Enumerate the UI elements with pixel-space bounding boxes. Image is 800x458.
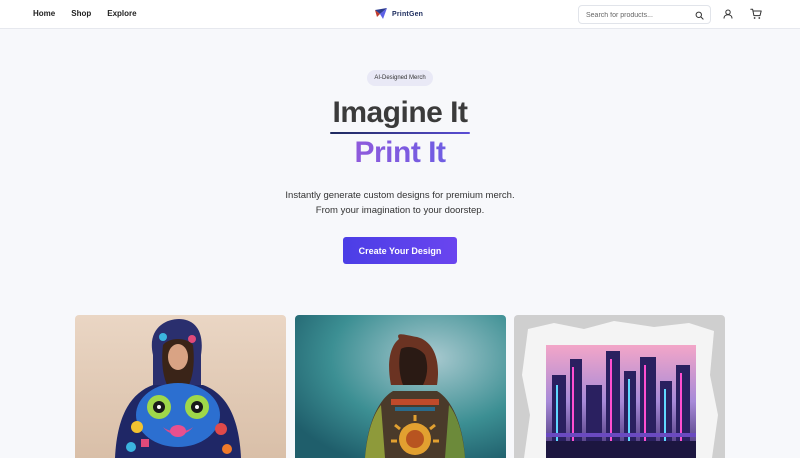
site-header: Home Shop Explore PrintGen	[0, 0, 800, 29]
brand-logo[interactable]: PrintGen	[374, 7, 423, 21]
nav-explore-link[interactable]: Explore	[107, 9, 136, 19]
user-icon[interactable]	[723, 9, 733, 19]
hero-subtext: Instantly generate custom designs for pr…	[250, 188, 550, 218]
main-nav: Home Shop Explore	[33, 9, 153, 19]
nav-home-link[interactable]: Home	[33, 9, 55, 19]
product-image-neon-city	[514, 315, 725, 458]
product-card[interactable]	[295, 315, 506, 458]
product-image-monster-hoodie	[75, 315, 286, 458]
product-card[interactable]	[514, 315, 725, 458]
nav-shop-link[interactable]: Shop	[71, 9, 91, 19]
headline-underline	[330, 132, 470, 134]
search-box	[578, 5, 711, 24]
cart-icon[interactable]	[750, 8, 762, 20]
product-image-patterned-hoodie	[295, 315, 506, 458]
hero-subtext-line2: From your imagination to your doorstep.	[315, 205, 485, 216]
create-design-button[interactable]: Create Your Design	[343, 237, 457, 264]
hero-badge: AI-Designed Merch	[367, 70, 433, 86]
search-input[interactable]	[586, 9, 691, 21]
hero-headline-line2: Print It	[300, 136, 500, 170]
hero-subtext-line1: Instantly generate custom designs for pr…	[285, 190, 515, 201]
printgen-logo-icon	[375, 8, 387, 19]
brand-name: PrintGen	[392, 10, 424, 18]
hero-headline-line1: Imagine It	[332, 96, 468, 129]
product-card[interactable]	[75, 315, 286, 458]
search-icon[interactable]	[695, 11, 704, 20]
